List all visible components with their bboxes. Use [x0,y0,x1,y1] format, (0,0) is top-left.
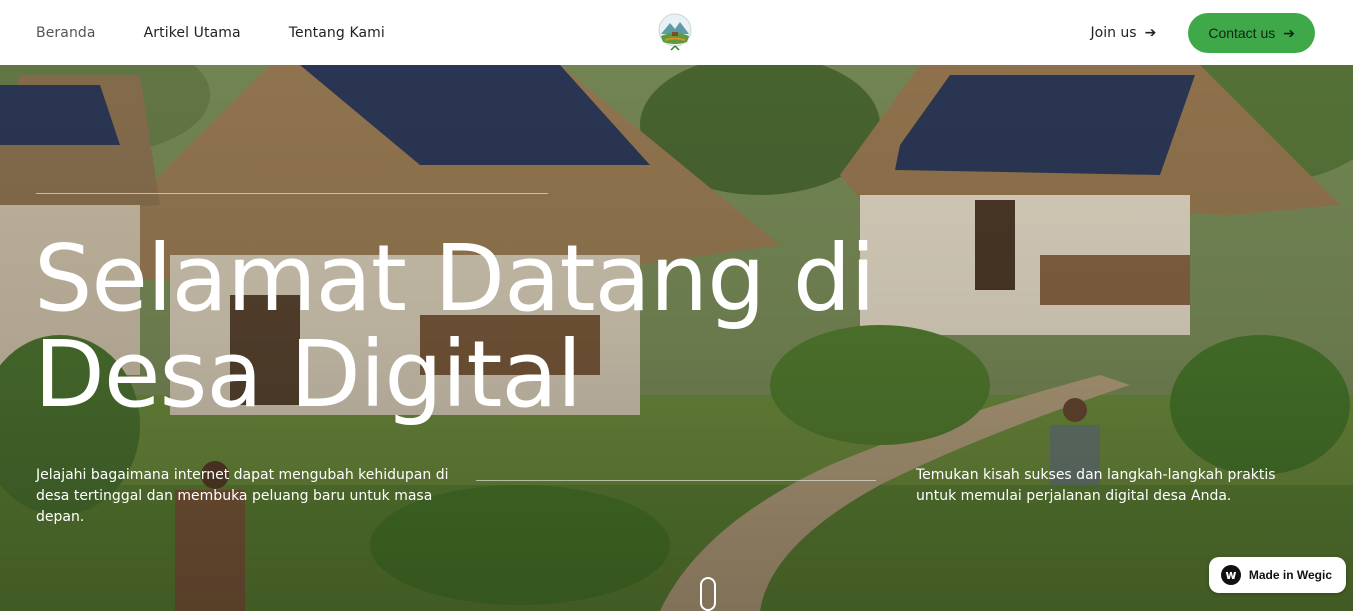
arrow-right-icon: ➔ [1144,24,1157,41]
wegic-logo-icon: w [1220,565,1241,585]
hero-description-right: Temukan kisah sukses dan langkah-langkah… [916,467,1276,504]
top-navigation: Beranda Artikel Utama Tentang Kami Join … [0,0,1353,65]
join-us-label: Join us [1090,24,1137,41]
village-mountain-logo-icon[interactable] [657,12,693,52]
hero-title-line2: Desa Digital [34,321,582,428]
hero-section: Selamat Datang di Desa Digital Jelajahi … [0,65,1353,611]
hero-description-left: Jelajahi bagaimana internet dapat mengub… [36,467,449,525]
nav-link-tentang-kami[interactable]: Tentang Kami [289,25,385,41]
hero-title: Selamat Datang di Desa Digital [34,231,994,423]
scroll-down-icon[interactable] [700,577,716,611]
nav-actions: Join us ➔ Contact us ➔ [1091,0,1315,65]
nav-link-beranda[interactable]: Beranda [36,25,96,41]
divider-line [476,480,876,481]
hero-title-line1: Selamat Datang di [34,225,876,332]
wegic-badge-label: Made in Wegic [1248,568,1332,582]
arrow-right-icon: ➔ [1283,24,1295,41]
nav-link-artikel-utama[interactable]: Artikel Utama [144,25,241,41]
made-in-wegic-badge[interactable]: w Made in Wegic [1208,557,1346,593]
divider-line [36,193,548,194]
contact-us-label: Contact us [1208,24,1276,41]
join-us-link[interactable]: Join us ➔ [1091,25,1157,41]
main-nav: Beranda Artikel Utama Tentang Kami [36,0,385,65]
contact-us-button[interactable]: Contact us ➔ [1188,12,1315,53]
